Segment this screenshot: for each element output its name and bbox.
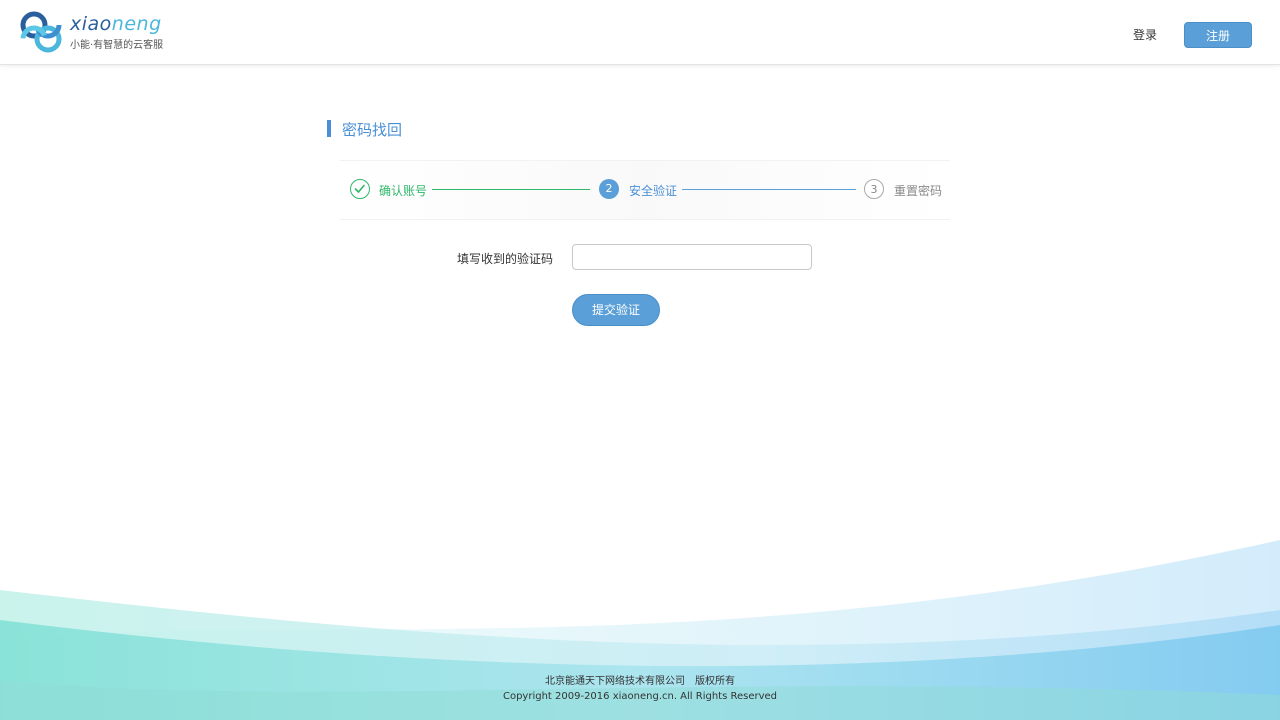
footer-rights: 版权所有 xyxy=(695,676,735,687)
step-1-check-icon xyxy=(350,179,370,199)
brand-word-part1: xiao xyxy=(70,13,112,35)
step-3-label: 重置密码 xyxy=(894,184,943,198)
verification-code-input[interactable] xyxy=(572,244,812,270)
login-link[interactable]: 登录 xyxy=(1133,26,1157,43)
title-accent-bar xyxy=(327,120,331,137)
brand-tagline: 小能·有智慧的云客服 xyxy=(70,40,164,51)
step-connector-2 xyxy=(682,189,856,190)
step-2-number: 2 xyxy=(599,179,619,199)
brand-wordmark: xiaoneng xyxy=(70,13,162,35)
register-button[interactable]: 注册 xyxy=(1184,22,1252,48)
step-1-label: 确认账号 xyxy=(379,184,428,198)
step-connector-1 xyxy=(432,189,590,190)
footer-company-name: 北京能通天下网络技术有限公司 xyxy=(545,676,685,687)
brand-word-part2: neng xyxy=(111,13,162,35)
logo[interactable]: xiaoneng 小能·有智慧的云客服 xyxy=(18,9,178,55)
submit-verification-button[interactable]: 提交验证 xyxy=(572,294,660,326)
page: xiaoneng 小能·有智慧的云客服 登录 注册 密码找回 确认账号 2 安全… xyxy=(0,0,1280,720)
page-title: 密码找回 xyxy=(342,121,403,139)
footer-company: 北京能通天下网络技术有限公司 版权所有 xyxy=(0,672,1280,687)
top-header: xiaoneng 小能·有智慧的云客服 登录 注册 xyxy=(0,0,1280,65)
step-3-number: 3 xyxy=(864,179,884,199)
verification-code-label: 填写收到的验证码 xyxy=(457,252,554,266)
footer-wave-decoration xyxy=(0,540,1280,720)
footer-copyright: Copyright 2009-2016 xiaoneng.cn. All Rig… xyxy=(502,691,778,702)
step-2-label: 安全验证 xyxy=(629,184,678,198)
xiaoneng-logo-icon xyxy=(20,11,62,53)
